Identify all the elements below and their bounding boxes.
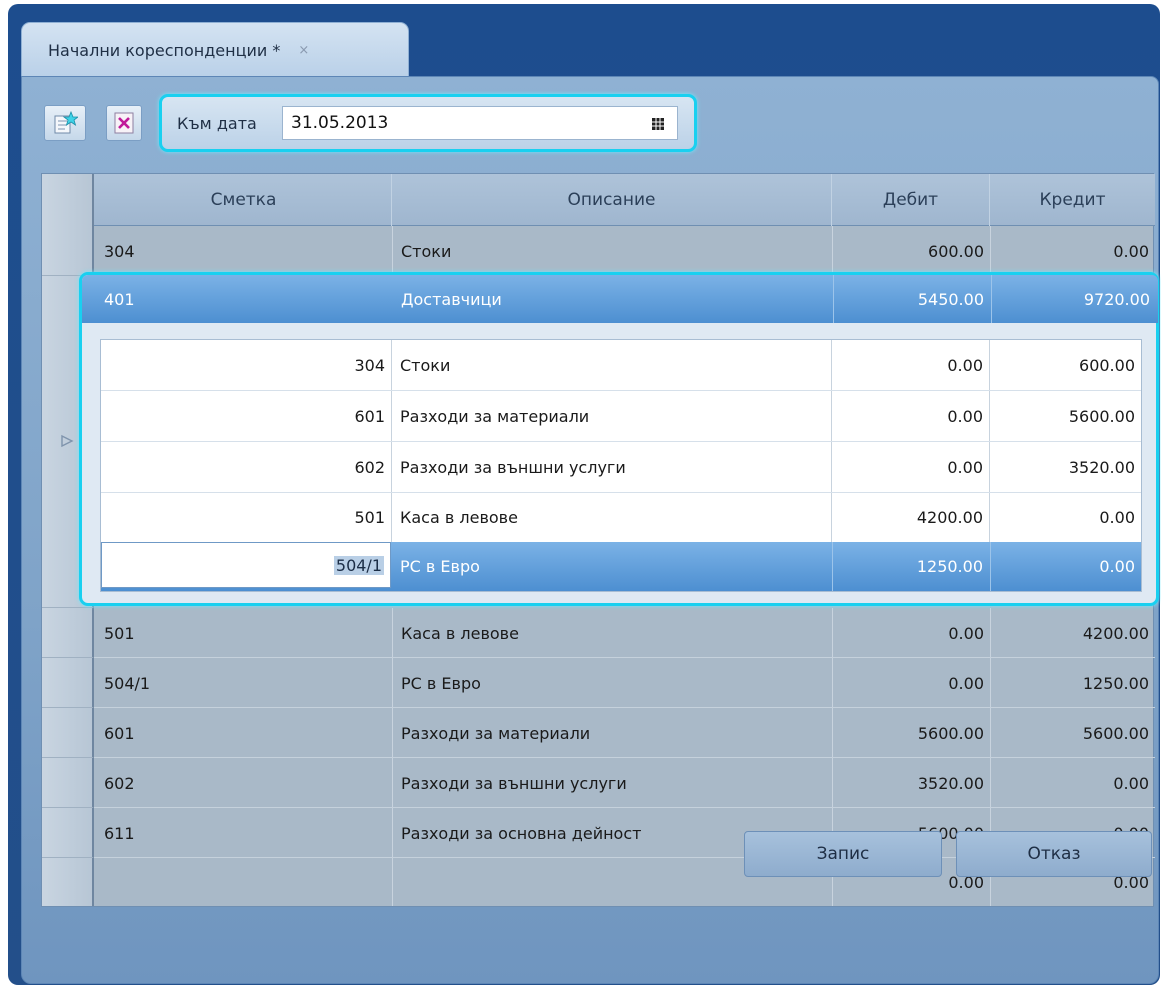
delete-button[interactable] xyxy=(106,105,142,141)
row-selector[interactable] xyxy=(42,226,94,276)
detail-cell-debit: 0.00 xyxy=(947,355,983,375)
new-record-button[interactable] xyxy=(44,105,86,141)
detail-grid: 304 Стоки 0.00 600.00 601 Разходи за мат… xyxy=(100,339,1142,592)
cell-description: Разходи за външни услуги xyxy=(401,773,627,793)
detail-cell-debit: 4200.00 xyxy=(916,508,983,527)
date-input[interactable]: 31.05.2013 xyxy=(282,106,678,140)
cell-account xyxy=(96,858,392,906)
row-selector[interactable] xyxy=(42,858,94,906)
save-button[interactable]: Запис xyxy=(744,831,942,877)
correspondence-grid: Сметка Описание Дебит Кредит 304 Стоки 6… xyxy=(41,173,1159,907)
detail-cell-description: Разходи за материали xyxy=(400,406,590,426)
calendar-icon[interactable] xyxy=(651,117,665,131)
cell-debit: 5450.00 xyxy=(833,275,990,323)
detail-cell-description: Стоки xyxy=(400,355,451,375)
detail-cell-description: Разходи за външни услуги xyxy=(400,457,626,477)
current-row-indicator-icon xyxy=(61,434,74,448)
cell-account: 401 xyxy=(104,289,135,309)
tab-title: Начални кореспонденции * xyxy=(48,41,281,60)
cell-credit: 5600.00 xyxy=(1082,723,1149,743)
row-selector[interactable] xyxy=(42,608,94,658)
delete-icon xyxy=(114,112,134,134)
detail-cell-credit: 0.00 xyxy=(990,542,1141,591)
cell-credit: 4200.00 xyxy=(1082,623,1149,643)
cell-description: Доставчици xyxy=(401,289,502,309)
cell-debit: 600.00 xyxy=(928,241,984,261)
main-panel: Към дата 31.05.2013 Сметка Описание Деби… xyxy=(21,76,1159,984)
cell-account: 602 xyxy=(104,773,135,793)
cell-description: Каса в левове xyxy=(401,623,519,643)
column-account[interactable]: Сметка xyxy=(96,174,392,226)
cell-debit: 5600.00 xyxy=(917,723,984,743)
detail-cell-credit: 0.00 xyxy=(1099,508,1135,527)
cell-account: 501 xyxy=(104,623,135,643)
detail-cell-account: 501 xyxy=(354,508,385,527)
date-value: 31.05.2013 xyxy=(291,113,389,133)
cell-debit: 0.00 xyxy=(948,623,984,643)
column-description[interactable]: Описание xyxy=(392,174,832,226)
expanded-row: 401 Доставчици 5450.00 9720.00 304 Стоки… xyxy=(79,272,1159,606)
edit-value: 504/1 xyxy=(333,555,384,575)
cell-credit: 1250.00 xyxy=(1082,673,1149,693)
cancel-button[interactable]: Отказ xyxy=(956,831,1152,877)
cell-description: РС в Евро xyxy=(401,673,481,693)
column-debit[interactable]: Дебит xyxy=(832,174,990,226)
cell-description: Разходи за материали xyxy=(401,723,591,743)
row-selector[interactable] xyxy=(42,808,94,858)
detail-cell-account: 602 xyxy=(354,457,385,477)
detail-cell-debit: 0.00 xyxy=(947,406,983,426)
grid-header: Сметка Описание Дебит Кредит xyxy=(42,174,1155,226)
cell-description: Стоки xyxy=(401,241,452,261)
new-record-icon xyxy=(54,110,78,134)
tab-initial-correspondences[interactable]: Начални кореспонденции * × xyxy=(21,22,409,78)
close-icon[interactable]: × xyxy=(298,43,309,58)
header-selector xyxy=(42,174,94,226)
cell-credit: 0.00 xyxy=(1113,773,1149,793)
cell-debit: 0.00 xyxy=(948,673,984,693)
detail-cell-credit: 5600.00 xyxy=(1068,406,1135,426)
row-selector[interactable] xyxy=(42,708,94,758)
detail-cell-description: РС в Евро xyxy=(400,557,480,576)
account-edit-input[interactable]: 504/1 xyxy=(101,542,391,588)
cell-debit: 3520.00 xyxy=(917,773,984,793)
cell-account: 304 xyxy=(104,241,135,261)
detail-cell-debit: 1250.00 xyxy=(832,542,989,591)
cell-account: 504/1 xyxy=(104,673,151,693)
column-credit[interactable]: Кредит xyxy=(990,174,1155,226)
cell-credit: 0.00 xyxy=(1113,241,1149,261)
cell-credit: 9720.00 xyxy=(991,275,1156,323)
cell-account: 601 xyxy=(104,723,135,743)
detail-cell-credit: 3520.00 xyxy=(1068,457,1135,477)
detail-cell-credit: 600.00 xyxy=(1079,355,1135,375)
date-filter: Към дата 31.05.2013 xyxy=(159,94,697,152)
detail-cell-account: 304 xyxy=(354,355,385,375)
detail-cell-account: 601 xyxy=(354,406,385,426)
row-selector[interactable] xyxy=(42,658,94,708)
selected-row[interactable]: 401 Доставчици 5450.00 9720.00 xyxy=(82,275,1158,323)
window: Начални кореспонденции * × Към дата 31.0… xyxy=(8,4,1160,985)
detail-cell-description: Каса в левове xyxy=(400,508,518,527)
cell-account: 611 xyxy=(104,823,135,843)
row-selector[interactable] xyxy=(42,758,94,808)
date-label: Към дата xyxy=(177,114,257,133)
detail-cell-debit: 0.00 xyxy=(947,457,983,477)
